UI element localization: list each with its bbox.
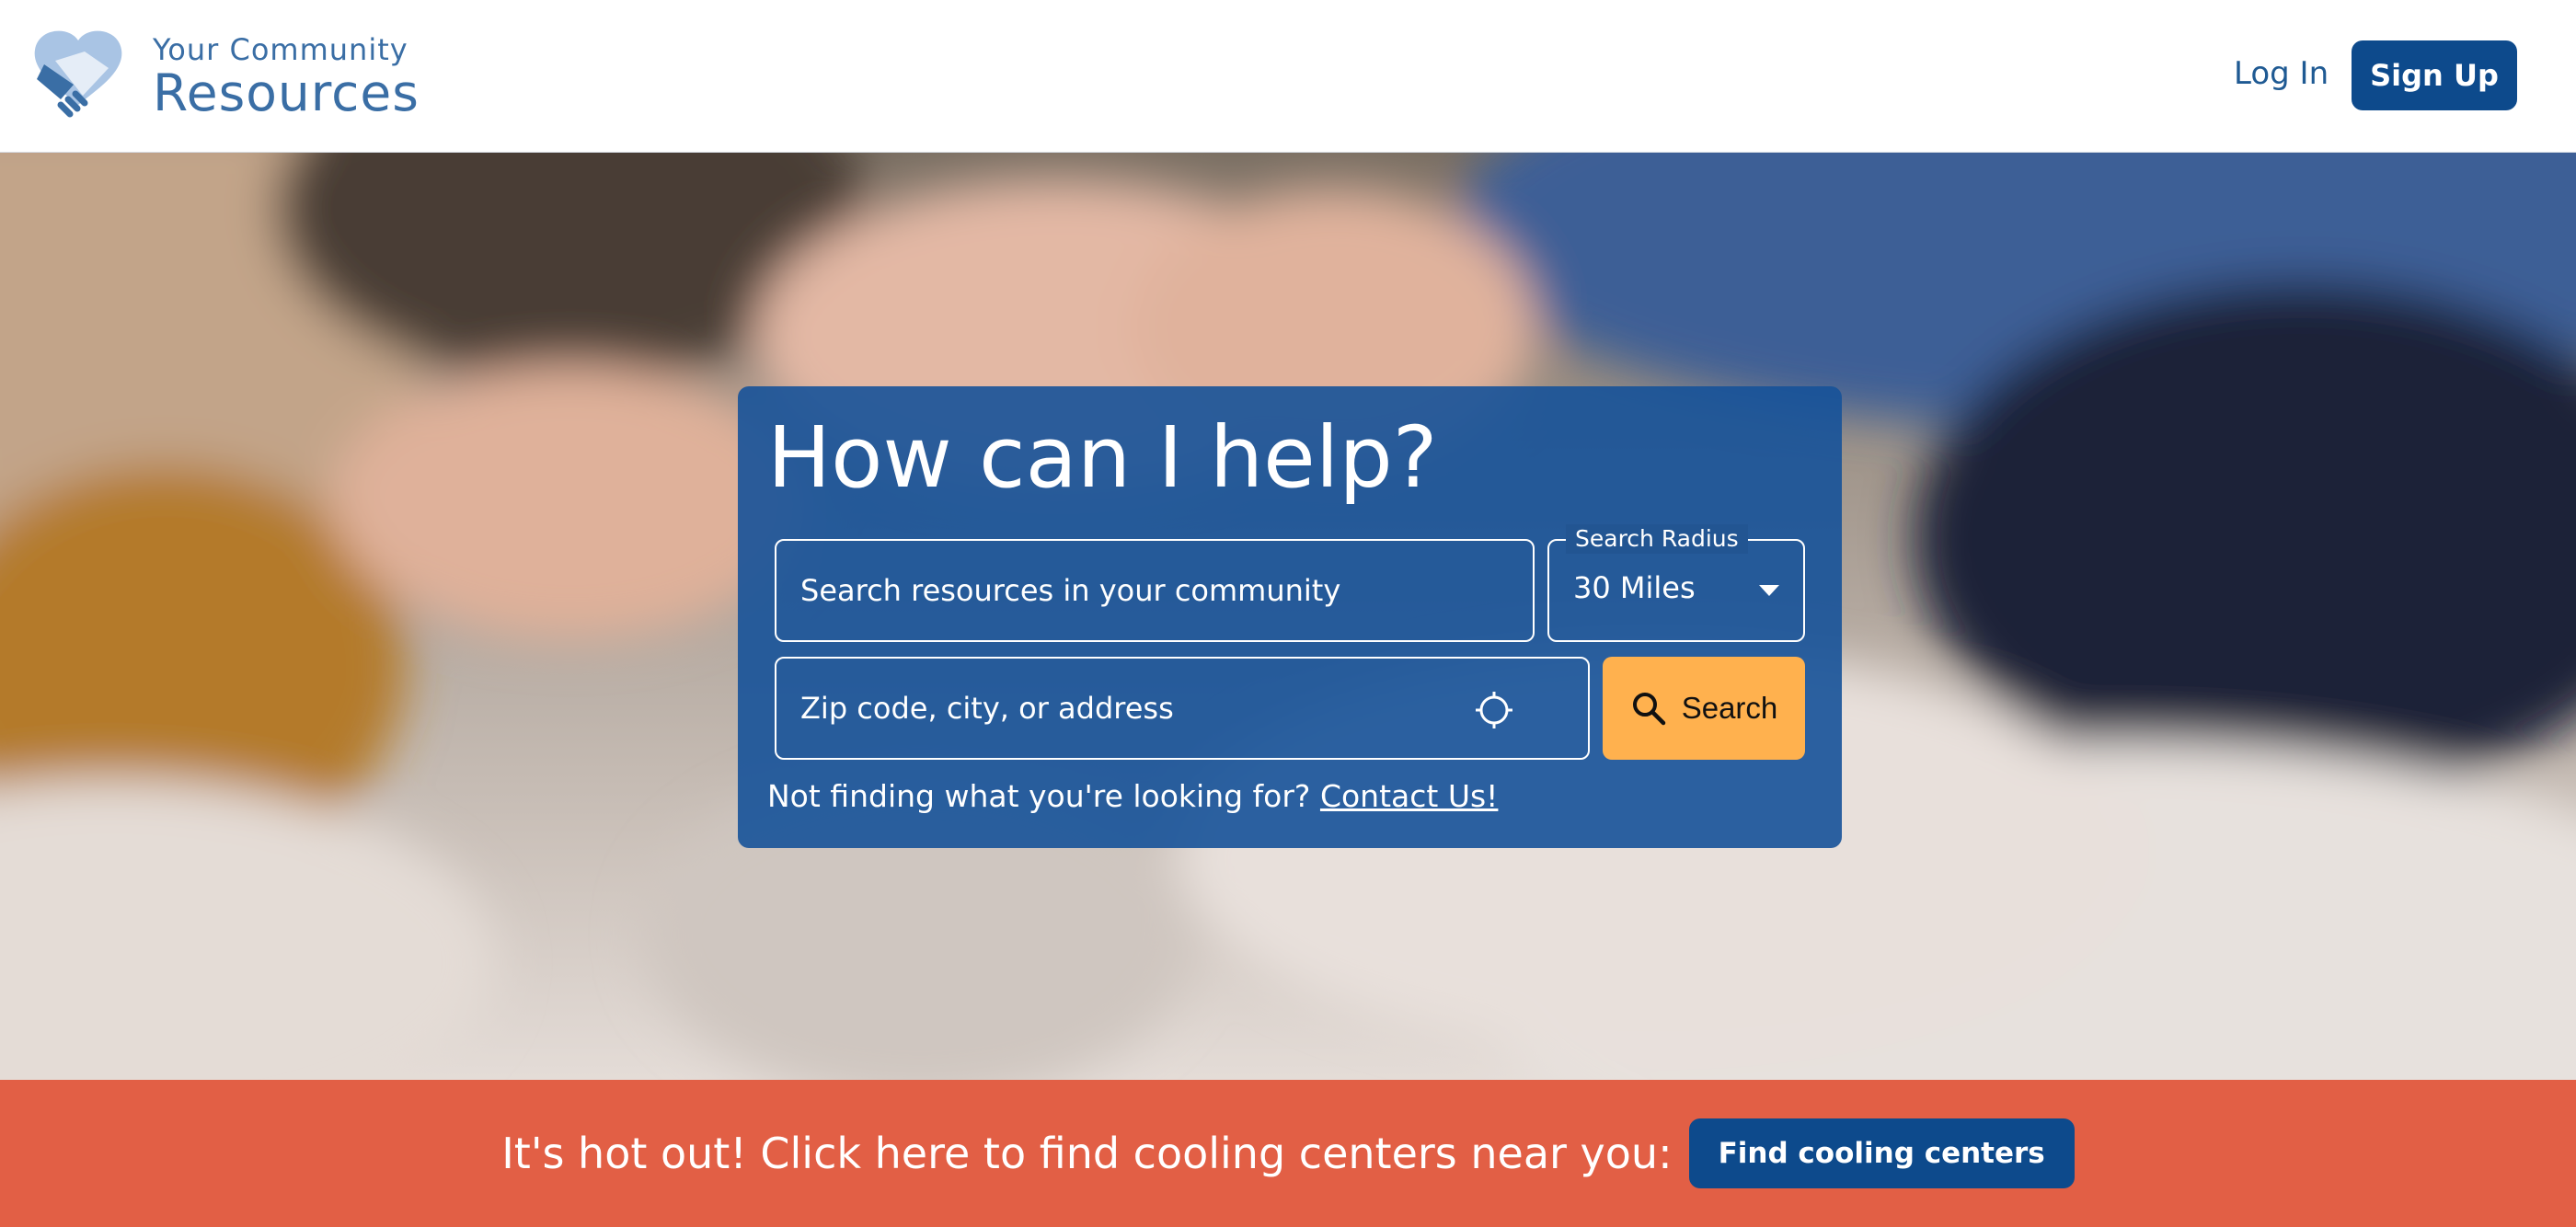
search-button-label: Search (1681, 691, 1778, 725)
site-header: Your Community Resources Log In Sign Up (0, 0, 2576, 153)
help-text: Not finding what you're looking for? Con… (767, 778, 1498, 814)
login-link[interactable]: Log In (2234, 55, 2329, 92)
handshake-heart-logo-icon[interactable] (28, 24, 129, 125)
search-input[interactable] (776, 573, 1533, 608)
hero-section: How can I help? Search Radius 30 Miles (0, 153, 2576, 1080)
banner-text: It's hot out! Click here to find cooling… (501, 1129, 1673, 1178)
brand-line-1: Your Community (153, 32, 408, 67)
crosshair-icon[interactable] (1474, 690, 1514, 730)
search-radius-label: Search Radius (1566, 524, 1748, 554)
search-panel: How can I help? Search Radius 30 Miles (738, 386, 1842, 848)
search-icon (1632, 693, 1665, 726)
help-text-label: Not finding what you're looking for? (767, 778, 1311, 814)
search-radius-value: 30 Miles (1573, 570, 1696, 605)
brand-name[interactable]: Your Community Resources (153, 35, 420, 119)
search-radius-select[interactable]: Search Radius 30 Miles (1547, 524, 1805, 642)
brand-line-2: Resources (153, 63, 420, 122)
hero-title: How can I help? (767, 408, 1438, 507)
cooling-centers-banner[interactable]: It's hot out! Click here to find cooling… (0, 1080, 2576, 1227)
caret-down-icon (1759, 585, 1779, 596)
signup-button[interactable]: Sign Up (2352, 40, 2517, 110)
contact-us-link[interactable]: Contact Us! (1320, 778, 1498, 814)
location-input[interactable] (776, 691, 1588, 726)
search-button[interactable]: Search (1603, 657, 1805, 760)
location-field[interactable] (775, 657, 1590, 760)
find-cooling-centers-button[interactable]: Find cooling centers (1688, 1118, 2075, 1188)
search-field[interactable] (775, 539, 1535, 642)
